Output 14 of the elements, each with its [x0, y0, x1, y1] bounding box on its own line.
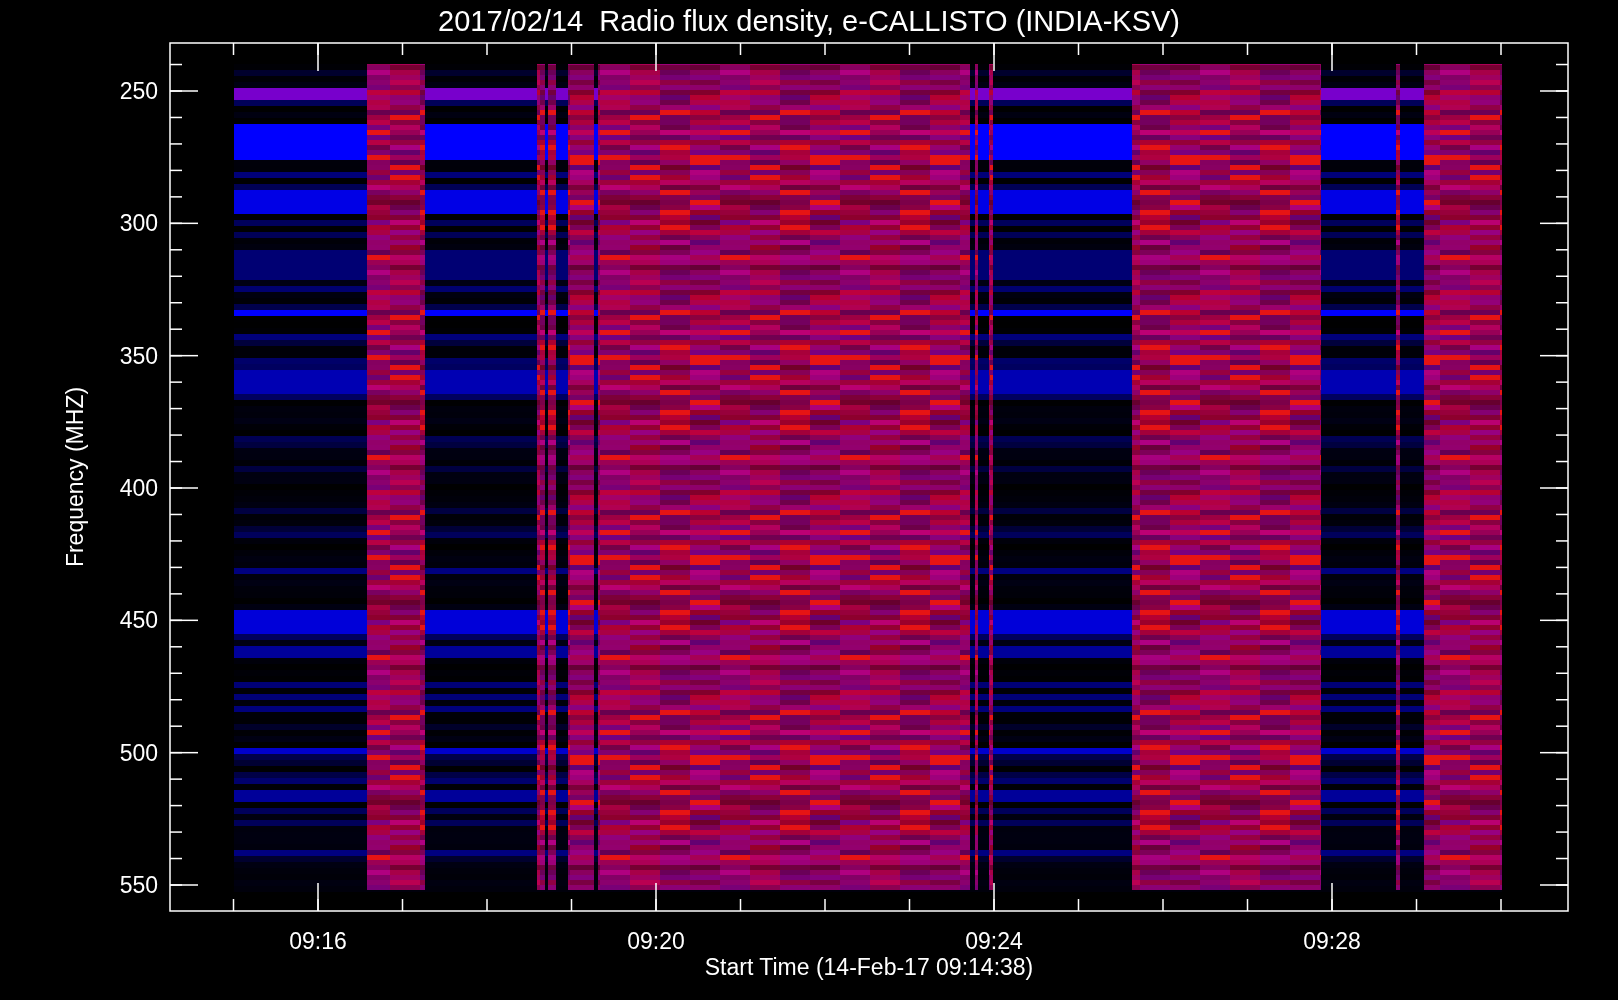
y-tick-label: 500: [119, 739, 158, 766]
x-tick-label: 09:24: [965, 928, 1023, 954]
x-tick-label: 09:16: [289, 928, 347, 954]
y-tick-label: 400: [119, 475, 158, 501]
x-axis-label: Start Time (14-Feb-17 09:14:38): [704, 954, 1034, 980]
x-tick-label: 09:20: [627, 928, 685, 954]
y-tick-label: 450: [119, 607, 158, 634]
chart-title: 2017/02/14 Radio flux density, e-CALLISTO (INDIA-KSV): [438, 5, 1180, 37]
y-tick-label: 350: [119, 342, 158, 369]
y-tick-label: 250: [119, 78, 158, 104]
x-tick-label: 09:28: [1303, 928, 1361, 954]
y-tick-label: 550: [119, 872, 158, 898]
y-axis-label: Frequency (MHZ): [62, 386, 88, 568]
y-tick-label: 300: [119, 210, 158, 237]
